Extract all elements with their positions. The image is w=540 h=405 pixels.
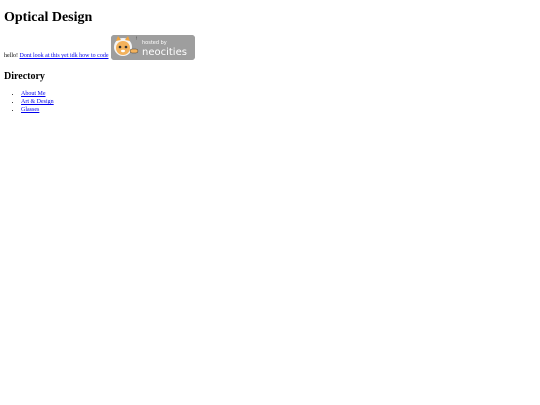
neocities-badge[interactable]: ! hosted by neocities — [110, 35, 195, 60]
badge-brand: neocities — [142, 47, 187, 58]
intro-link[interactable]: Dont look at this yet idk how to code — [20, 52, 109, 60]
directory-link-glasses[interactable]: Glasses — [21, 107, 39, 113]
list-item: Art & Design — [21, 98, 536, 106]
directory-heading: Directory — [4, 71, 45, 82]
list-item: Glasses — [21, 106, 536, 114]
intro-text: hello! — [4, 53, 18, 59]
intro-paragraph: hello! Dont look at this yet idk how to … — [4, 35, 536, 60]
directory-list: About Me Art & Design Glasses — [4, 90, 536, 114]
directory-link-about-me[interactable]: About Me — [21, 91, 46, 97]
directory-link-art-design[interactable]: Art & Design — [21, 99, 54, 105]
page-title: Optical Design — [4, 10, 93, 25]
neocities-cat-icon: ! hosted by neocities — [110, 35, 195, 60]
badge-hosted-by: hosted by — [142, 40, 167, 46]
list-item: About Me — [21, 90, 536, 98]
svg-text:!: ! — [136, 36, 138, 41]
